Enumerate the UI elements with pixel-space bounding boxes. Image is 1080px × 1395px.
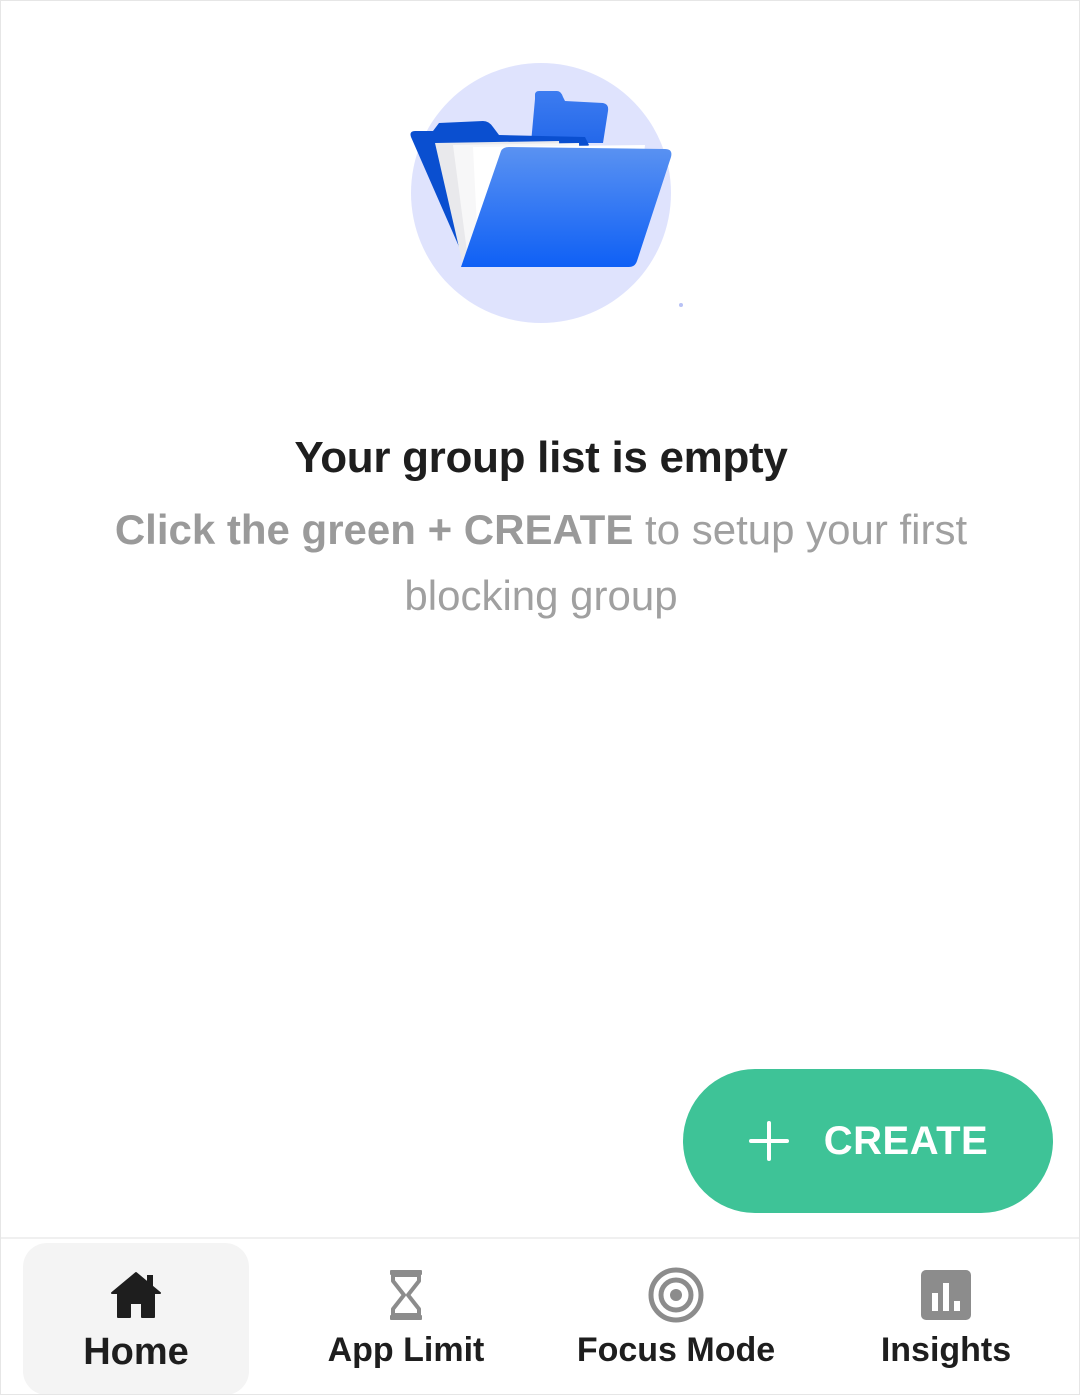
home-icon bbox=[111, 1272, 161, 1318]
create-button[interactable]: CREATE bbox=[683, 1069, 1053, 1213]
target-icon bbox=[648, 1267, 704, 1323]
empty-folder-illustration bbox=[410, 63, 683, 323]
nav-item-home[interactable]: Home bbox=[1, 1239, 271, 1394]
empty-state-desc-bold: Click the green + CREATE bbox=[114, 506, 634, 553]
bottom-navigation: Home App Limit Focus Mode Insights bbox=[1, 1237, 1079, 1394]
hourglass-icon bbox=[390, 1270, 422, 1320]
nav-label-app-limit: App Limit bbox=[327, 1331, 485, 1369]
app-screen: Your group list is empty Click the green… bbox=[0, 0, 1080, 1395]
nav-item-app-limit[interactable]: App Limit bbox=[271, 1239, 541, 1394]
nav-item-insights[interactable]: Insights bbox=[811, 1239, 1079, 1394]
nav-label-insights: Insights bbox=[880, 1331, 1012, 1369]
plus-icon bbox=[748, 1121, 789, 1161]
nav-label-home: Home bbox=[83, 1331, 189, 1373]
nav-item-focus-mode[interactable]: Focus Mode bbox=[541, 1239, 811, 1394]
empty-state-title: Your group list is empty bbox=[294, 433, 788, 482]
bar-chart-icon bbox=[921, 1270, 971, 1320]
empty-state-description: Click the green + CREATE to setup your f… bbox=[61, 497, 1021, 629]
nav-label-focus-mode: Focus Mode bbox=[576, 1331, 776, 1369]
create-button-label: CREATE bbox=[823, 1118, 989, 1163]
